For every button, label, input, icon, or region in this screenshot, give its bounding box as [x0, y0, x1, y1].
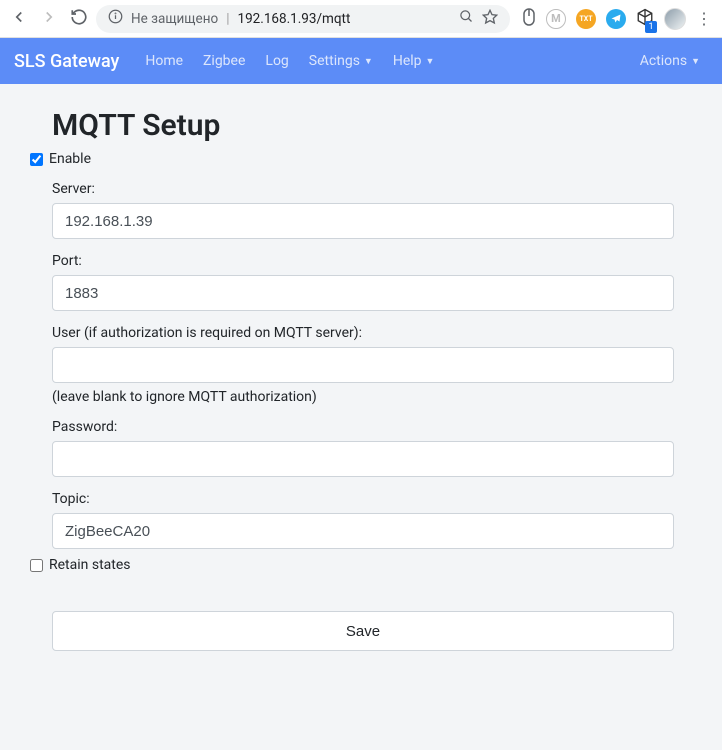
security-status: Не защищено [131, 11, 218, 27]
caret-down-icon: ▼ [364, 56, 373, 67]
profile-avatar[interactable] [664, 8, 686, 30]
app-navbar: SLS Gateway Home Zigbee Log Settings▼ He… [0, 38, 722, 84]
nav-help[interactable]: Help▼ [385, 47, 443, 75]
brand-title[interactable]: SLS Gateway [14, 51, 119, 72]
enable-label: Enable [49, 151, 91, 167]
forward-button[interactable] [40, 8, 58, 30]
zoom-icon[interactable] [459, 9, 474, 28]
nav-log[interactable]: Log [257, 47, 296, 75]
extension-icon-mouse[interactable] [522, 7, 536, 31]
address-bar[interactable]: Не защищено | 192.168.1.93/mqtt [96, 5, 510, 33]
reload-button[interactable] [70, 8, 88, 30]
user-hint: (leave blank to ignore MQTT authorizatio… [52, 389, 674, 405]
extension-icon-box[interactable]: 1 [636, 8, 654, 30]
extension-icon-m[interactable]: M [546, 9, 566, 29]
password-input[interactable] [52, 441, 674, 477]
save-button[interactable]: Save [52, 611, 674, 651]
bookmark-star-icon[interactable] [482, 9, 498, 29]
retain-row: Retain states [30, 557, 674, 573]
retain-checkbox[interactable] [30, 559, 43, 572]
page-title: MQTT Setup [52, 108, 674, 143]
extension-badge: 1 [645, 21, 657, 33]
password-label: Password: [52, 419, 674, 435]
nav-settings[interactable]: Settings▼ [301, 47, 381, 75]
url-text: 192.168.1.93/mqtt [238, 11, 351, 27]
nav-home[interactable]: Home [137, 47, 191, 75]
caret-down-icon: ▼ [426, 56, 435, 67]
extension-icon-telegram[interactable] [606, 9, 626, 29]
user-label: User (if authorization is required on MQ… [52, 325, 674, 341]
page-content: MQTT Setup Enable Server: Port: User (if… [0, 84, 722, 750]
enable-checkbox[interactable] [30, 153, 43, 166]
extension-icon-txt[interactable]: TXT [576, 9, 596, 29]
port-label: Port: [52, 253, 674, 269]
nav-actions[interactable]: Actions▼ [632, 47, 708, 75]
extensions-area: M TXT 1 ⋮ [522, 7, 712, 31]
topic-input[interactable] [52, 513, 674, 549]
nav-zigbee[interactable]: Zigbee [195, 47, 253, 75]
enable-row: Enable [30, 151, 674, 167]
topic-label: Topic: [52, 491, 674, 507]
url-divider: | [226, 11, 229, 27]
server-input[interactable] [52, 203, 674, 239]
server-label: Server: [52, 181, 674, 197]
port-input[interactable] [52, 275, 674, 311]
user-input[interactable] [52, 347, 674, 383]
browser-toolbar: Не защищено | 192.168.1.93/mqtt M TXT 1 … [0, 0, 722, 38]
retain-label: Retain states [49, 557, 131, 573]
caret-down-icon: ▼ [691, 56, 700, 67]
back-button[interactable] [10, 8, 28, 30]
browser-menu-button[interactable]: ⋮ [696, 9, 712, 28]
info-icon [108, 9, 123, 28]
